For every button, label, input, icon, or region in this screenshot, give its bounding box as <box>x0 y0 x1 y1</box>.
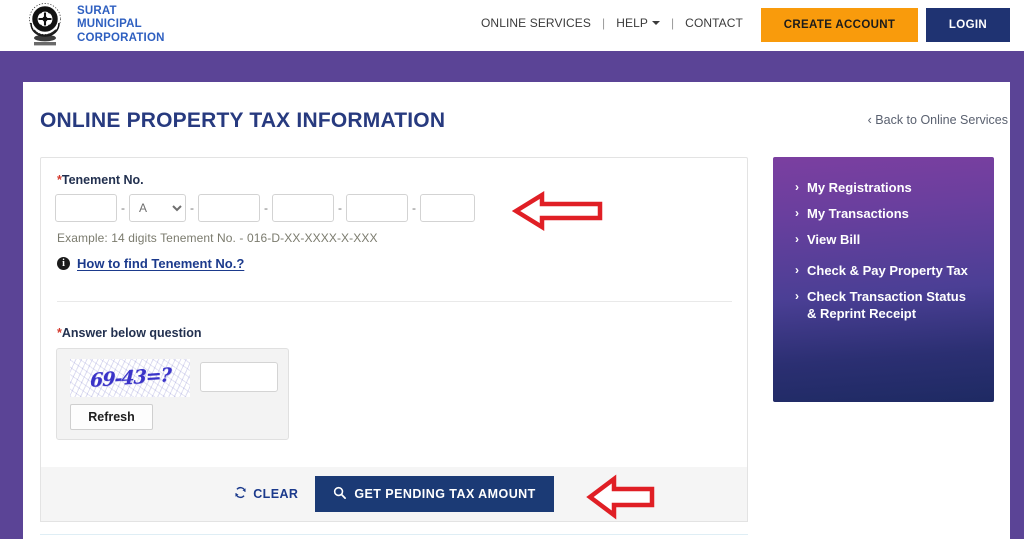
sidebar-item-my-registrations[interactable]: › My Registrations <box>773 179 994 196</box>
brand-line-2: MUNICIPAL <box>77 18 142 31</box>
tenement-part-5-input[interactable] <box>346 194 408 222</box>
tenement-part-4-input[interactable] <box>272 194 334 222</box>
clear-button-label: CLEAR <box>253 487 299 501</box>
sidebar-item-label: Check Transaction Status & Reprint Recei… <box>807 289 966 321</box>
field-separator-dash: - <box>264 201 268 215</box>
nav-item-online-services[interactable]: ONLINE SERVICES <box>470 16 602 30</box>
chevron-right-icon: › <box>795 289 799 303</box>
nav-item-help-label: HELP <box>616 16 648 30</box>
tenement-part-6-input[interactable] <box>420 194 475 222</box>
arrow-pointing-to-get-pending-tax-button <box>586 473 656 526</box>
surat-municipal-corporation-emblem-icon <box>22 2 68 48</box>
captcha-image: 69-43=? <box>70 359 190 397</box>
field-separator-dash: - <box>412 201 416 215</box>
tenement-no-label-text: Tenement No. <box>61 173 144 187</box>
chevron-right-icon: › <box>795 232 799 246</box>
captcha-refresh-button[interactable]: Refresh <box>70 404 153 430</box>
tenement-example-text: Example: 14 digits Tenement No. - 016-D-… <box>57 231 378 245</box>
tenement-part-2-select[interactable]: A <box>129 194 186 222</box>
info-icon: i <box>57 257 70 270</box>
sidebar-item-label: View Bill <box>807 232 861 247</box>
chevron-down-icon <box>651 21 660 25</box>
brand-logo[interactable]: SURAT MUNICIPAL CORPORATION <box>22 2 165 48</box>
how-to-find-tenement-label: How to find Tenement No.? <box>77 256 245 271</box>
captcha-container: 69-43=? Refresh <box>56 348 289 440</box>
chevron-right-icon: › <box>795 206 799 220</box>
back-to-online-services-link[interactable]: ‹ Back to Online Services <box>868 113 1008 127</box>
brand-line-1: SURAT <box>77 4 117 17</box>
sidebar-item-label: Check & Pay Property Tax <box>807 263 968 278</box>
sidebar-item-my-transactions[interactable]: › My Transactions <box>773 205 994 222</box>
captcha-label: *Answer below question <box>57 326 201 340</box>
tenement-number-input-group: - A - - - - <box>55 194 475 222</box>
page-root: SURAT MUNICIPAL CORPORATION ONLINE SERVI… <box>0 0 1024 539</box>
sidebar-item-check-transaction-status[interactable]: › Check Transaction Status & Reprint Rec… <box>773 288 994 322</box>
section-divider <box>57 301 732 302</box>
field-separator-dash: - <box>121 201 125 215</box>
quick-links-sidebar: › My Registrations › My Transactions › V… <box>773 157 994 402</box>
sidebar-item-check-and-pay-property-tax[interactable]: › Check & Pay Property Tax <box>773 262 994 279</box>
brand-line-3: CORPORATION <box>77 31 165 44</box>
nav-item-contact[interactable]: CONTACT <box>674 16 754 30</box>
chevron-right-icon: › <box>795 180 799 194</box>
nav-item-help[interactable]: HELP <box>605 16 671 30</box>
brand-name: SURAT MUNICIPAL CORPORATION <box>77 5 165 45</box>
captcha-label-text: Answer below question <box>61 326 202 340</box>
create-account-button[interactable]: CREATE ACCOUNT <box>761 8 918 42</box>
page-title: ONLINE PROPERTY TAX INFORMATION <box>40 109 446 132</box>
chevron-right-icon: › <box>795 263 799 277</box>
clear-button[interactable]: CLEAR <box>234 486 298 502</box>
sidebar-item-view-bill[interactable]: › View Bill <box>773 231 994 248</box>
sidebar-item-label: My Registrations <box>807 180 912 195</box>
field-separator-dash: - <box>190 201 194 215</box>
captcha-answer-input[interactable] <box>200 362 278 392</box>
field-separator-dash: - <box>338 201 342 215</box>
refresh-cycle-icon <box>234 486 247 502</box>
content-card: ONLINE PROPERTY TAX INFORMATION ‹ Back t… <box>23 82 1010 539</box>
tenement-no-label: *Tenement No. <box>57 173 144 187</box>
search-icon <box>333 486 347 502</box>
bottom-divider <box>40 534 748 535</box>
tenement-part-1-input[interactable] <box>55 194 117 222</box>
main-navigation: ONLINE SERVICES | HELP | CONTACT <box>470 16 754 30</box>
get-pending-tax-amount-label: GET PENDING TAX AMOUNT <box>354 487 536 501</box>
captcha-question-text: 69-43=? <box>89 364 171 392</box>
tenement-part-3-input[interactable] <box>198 194 260 222</box>
how-to-find-tenement-link[interactable]: i How to find Tenement No.? <box>57 256 244 271</box>
site-header: SURAT MUNICIPAL CORPORATION ONLINE SERVI… <box>0 0 1024 51</box>
arrow-pointing-to-tenement-fields <box>511 190 604 237</box>
login-button[interactable]: LOGIN <box>926 8 1010 42</box>
get-pending-tax-amount-button[interactable]: GET PENDING TAX AMOUNT <box>315 476 554 512</box>
sidebar-item-label: My Transactions <box>807 206 909 221</box>
